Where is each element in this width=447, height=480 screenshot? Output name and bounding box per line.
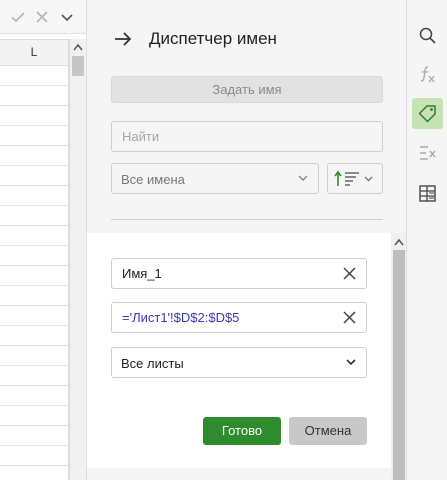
divider — [111, 219, 383, 220]
clear-icon[interactable] — [343, 267, 356, 280]
toolbar-names-button[interactable] — [412, 98, 443, 129]
toolbar-table-button[interactable] — [412, 178, 443, 209]
names-filter-select[interactable]: Все имена — [111, 163, 319, 194]
search-icon — [419, 27, 436, 44]
reference-field[interactable] — [111, 302, 367, 333]
app-window: L Диспетчер имен Задать имя Все имена — [0, 0, 447, 480]
names-filter-value: Все имена — [121, 172, 185, 187]
panel-header: Диспетчер имен — [87, 0, 407, 78]
reference-input[interactable] — [122, 303, 332, 332]
formula-bar — [0, 0, 86, 34]
chevron-down-icon — [364, 176, 373, 182]
chevron-down-icon — [298, 175, 308, 182]
spreadsheet-area: L — [0, 0, 86, 480]
chevron-down-icon — [346, 359, 356, 366]
toolbar-function-button[interactable] — [412, 59, 443, 90]
cross-icon[interactable] — [34, 9, 50, 25]
sort-button[interactable] — [327, 163, 383, 194]
arrow-right-icon[interactable] — [113, 30, 133, 48]
scroll-up-icon[interactable] — [394, 238, 404, 246]
cell-grid[interactable] — [0, 66, 69, 480]
clear-icon[interactable] — [343, 311, 356, 324]
table-icon — [419, 185, 436, 202]
name-edit-card: Все листы Готово Отмена — [87, 233, 391, 468]
scroll-up-icon[interactable] — [73, 43, 83, 51]
name-field[interactable] — [111, 258, 367, 289]
toolbar-formula-button[interactable] — [412, 138, 443, 169]
chevron-down-icon[interactable] — [59, 9, 75, 25]
tag-icon — [418, 105, 436, 123]
formula-check-icon — [420, 146, 436, 160]
scrollbar-thumb[interactable] — [72, 56, 84, 76]
ok-button[interactable]: Готово — [203, 417, 281, 445]
define-name-button[interactable]: Задать имя — [111, 76, 383, 103]
scrollbar-thumb[interactable] — [393, 250, 405, 480]
cancel-button[interactable]: Отмена — [289, 417, 367, 445]
right-toolbar — [406, 0, 447, 480]
column-header[interactable]: L — [0, 40, 69, 65]
panel-vertical-scrollbar[interactable] — [391, 233, 407, 480]
sort-ascending-icon — [334, 170, 359, 186]
name-input[interactable] — [122, 259, 332, 288]
sheet-vertical-scrollbar[interactable] — [69, 39, 86, 480]
function-icon — [420, 66, 435, 83]
panel-title: Диспетчер имен — [149, 29, 277, 48]
name-manager-panel: Диспетчер имен Задать имя Все имена — [86, 0, 407, 480]
toolbar-search-button[interactable] — [412, 20, 443, 51]
scope-select[interactable]: Все листы — [111, 347, 367, 378]
check-icon[interactable] — [10, 9, 26, 25]
find-input[interactable] — [111, 121, 383, 152]
scope-value: Все листы — [121, 356, 184, 371]
